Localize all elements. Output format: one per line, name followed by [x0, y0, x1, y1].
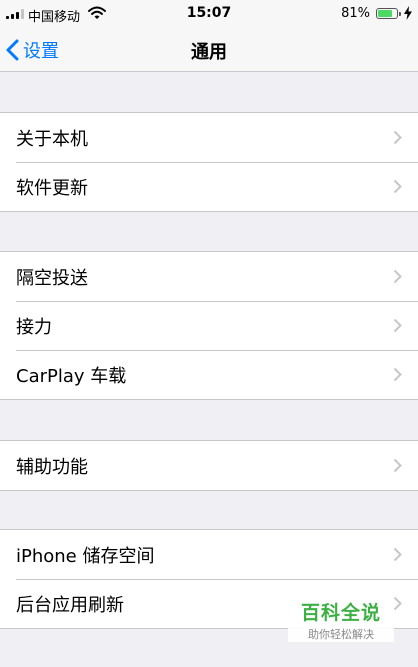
chevron-right-icon: [393, 130, 402, 145]
chevron-right-icon: [393, 318, 402, 333]
list-item-about[interactable]: 关于本机: [0, 113, 418, 162]
battery-icon: [376, 8, 401, 19]
settings-group-continuity: 隔空投送 接力 CarPlay 车载: [0, 251, 418, 400]
list-item-label: 辅助功能: [16, 456, 88, 478]
watermark-subtitle: 助你轻松解决: [308, 628, 374, 641]
list-item-software-update[interactable]: 软件更新: [0, 162, 418, 211]
chevron-right-icon: [393, 179, 402, 194]
settings-group-about: 关于本机 软件更新: [0, 112, 418, 212]
status-bar: 中国移动 15:07 81%: [0, 0, 418, 28]
list-item-label: 后台应用刷新: [16, 594, 124, 616]
list-item-label: iPhone 储存空间: [16, 545, 155, 567]
list-item-label: 接力: [16, 316, 52, 338]
navigation-bar: 设置 通用: [0, 28, 418, 72]
battery-level-fill: [378, 10, 393, 17]
watermark: 百科全说 助你轻松解决: [288, 594, 394, 642]
list-item-iphone-storage[interactable]: iPhone 储存空间: [0, 530, 418, 579]
watermark-title: 百科全说: [300, 602, 381, 624]
chevron-right-icon: [393, 547, 402, 562]
list-item-handoff[interactable]: 接力: [0, 301, 418, 350]
list-item-accessibility[interactable]: 辅助功能: [0, 441, 418, 490]
list-item-label: CarPlay 车载: [16, 365, 127, 387]
settings-group-accessibility: 辅助功能: [0, 440, 418, 491]
list-item-carplay[interactable]: CarPlay 车载: [0, 350, 418, 399]
page-title: 通用: [191, 42, 227, 63]
list-item-label: 关于本机: [16, 128, 88, 150]
battery-percent: 81%: [341, 6, 370, 21]
chevron-right-icon: [393, 367, 402, 382]
chevron-right-icon: [393, 596, 402, 611]
chevron-right-icon: [393, 269, 402, 284]
list-item-label: 隔空投送: [16, 267, 88, 289]
list-item-airdrop[interactable]: 隔空投送: [0, 252, 418, 301]
list-item-label: 软件更新: [16, 177, 88, 199]
lightning-bolt-icon: [404, 6, 412, 20]
chevron-right-icon: [393, 458, 402, 473]
